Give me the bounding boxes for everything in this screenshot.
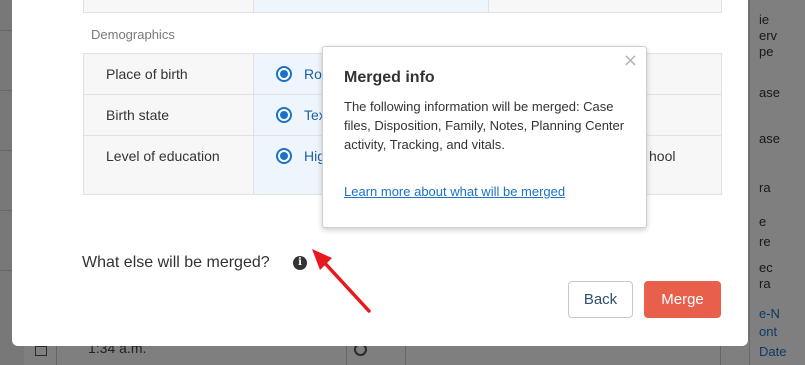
radio-selected[interactable] — [276, 66, 292, 82]
popover-title: Merged info — [344, 69, 435, 86]
back-button[interactable]: Back — [568, 281, 633, 318]
close-icon[interactable]: × — [623, 51, 638, 71]
merge-question-label: What else will be merged? — [82, 254, 270, 271]
previous-section-table — [83, 0, 722, 13]
popover-body: The following information will be merged… — [344, 99, 625, 152]
row-label: Birth state — [106, 107, 170, 123]
merged-info-popover: × Merged info The following information … — [322, 46, 647, 228]
learn-more-link[interactable]: Learn more about what will be merged — [344, 184, 565, 199]
row-label: Place of birth — [106, 66, 188, 82]
other-value: hool — [649, 148, 676, 164]
row-label: Level of education — [106, 148, 220, 164]
merge-button[interactable]: Merge — [644, 281, 721, 318]
previous-section-cell — [253, 0, 489, 12]
radio-selected[interactable] — [276, 107, 292, 123]
info-icon[interactable]: i — [293, 256, 307, 270]
section-title: Demographics — [91, 27, 175, 42]
radio-selected[interactable] — [276, 148, 292, 164]
